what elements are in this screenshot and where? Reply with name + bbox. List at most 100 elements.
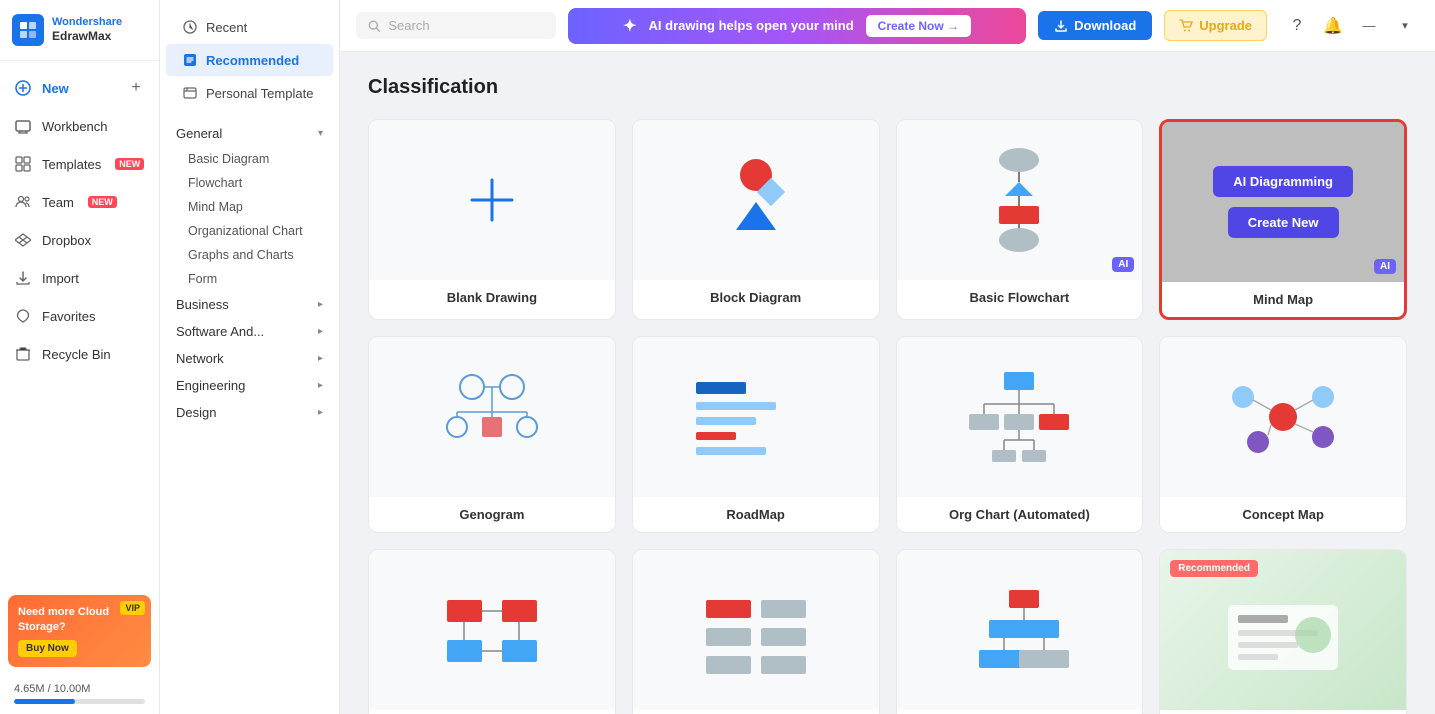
dropdown-icon[interactable]: ▾: [1391, 12, 1419, 40]
recommended-icon: [182, 52, 198, 68]
card-recommended[interactable]: Recommended: [1159, 549, 1407, 714]
card-label-conceptmap: Concept Map: [1160, 497, 1406, 532]
cs-mind-map[interactable]: Mind Map: [160, 195, 339, 219]
ai-banner[interactable]: ✦ AI drawing helps open your mind Create…: [568, 8, 1026, 44]
left-sidebar: Wondershare EdrawMax New + Workbench Tem…: [0, 0, 160, 714]
user-avatar[interactable]: —: [1355, 12, 1383, 40]
upgrade-button[interactable]: Upgrade: [1164, 10, 1267, 41]
card-thumb-network2: [633, 550, 879, 710]
nav-favorites[interactable]: Favorites: [0, 297, 159, 335]
card-orgchart[interactable]: Org Chart (Automated): [896, 336, 1144, 533]
recommended-badge: Recommended: [1170, 560, 1258, 577]
card-label-orgchart: Org Chart (Automated): [897, 497, 1143, 532]
nav-templates[interactable]: Templates NEW: [0, 145, 159, 183]
ai-badge-mindmap: AI: [1374, 259, 1396, 274]
cs-design-section[interactable]: Design ▸: [160, 399, 339, 426]
team-new-badge: NEW: [88, 196, 117, 208]
card-label-flowchart: Basic Flowchart: [897, 280, 1143, 315]
cs-engineering-section[interactable]: Engineering ▸: [160, 372, 339, 399]
storage-widget: Need more Cloud Storage? Buy Now VIP: [8, 595, 151, 667]
card-genogram[interactable]: Genogram: [368, 336, 616, 533]
card-label-mindmap: Mind Map: [1162, 282, 1404, 317]
cs-org-chart[interactable]: Organizational Chart: [160, 219, 339, 243]
card-thumb-flowchart: AI: [897, 120, 1143, 280]
card-thumb-genogram: [369, 337, 615, 497]
templates-new-badge: NEW: [115, 158, 144, 170]
content-area: Classification Blank Drawing: [340, 52, 1435, 714]
import-icon: [14, 269, 32, 287]
ai-badge-flowchart: AI: [1112, 257, 1134, 272]
storage-numbers: 4.65M / 10.00M: [14, 683, 145, 695]
card-label-network1: [369, 710, 615, 714]
topbar: ✦ AI drawing helps open your mind Create…: [340, 0, 1435, 52]
search-input[interactable]: [388, 18, 544, 33]
card-network3[interactable]: [896, 549, 1144, 714]
logo-text: Wondershare EdrawMax: [52, 16, 122, 44]
card-block[interactable]: Block Diagram: [632, 119, 880, 320]
search-box[interactable]: [356, 12, 556, 39]
download-button[interactable]: Download: [1038, 11, 1152, 40]
storage-bar-area: 4.65M / 10.00M: [0, 675, 159, 714]
cart-icon: [1179, 19, 1193, 33]
card-grid: Blank Drawing Block Diagram: [368, 119, 1407, 714]
card-thumb-network3: [897, 550, 1143, 710]
card-label-block: Block Diagram: [633, 280, 879, 315]
card-roadmap[interactable]: RoadMap: [632, 336, 880, 533]
ai-overlay: AI Diagramming Create New: [1162, 122, 1404, 282]
card-thumb-mindmap: AI Diagramming Create New AI: [1162, 122, 1404, 282]
nav-workbench[interactable]: Workbench: [0, 107, 159, 145]
cs-flowchart[interactable]: Flowchart: [160, 171, 339, 195]
business-chevron: ▸: [318, 299, 323, 310]
cs-general-section[interactable]: General ▾: [160, 120, 339, 147]
card-label-blank: Blank Drawing: [369, 280, 615, 315]
card-blank[interactable]: Blank Drawing: [368, 119, 616, 320]
cs-form[interactable]: Form: [160, 267, 339, 291]
search-icon: [368, 19, 380, 33]
new-icon: [14, 79, 32, 97]
storage-fill: [14, 699, 75, 704]
card-mindmap[interactable]: AI Diagramming Create New AI Mind Map: [1159, 119, 1407, 320]
cs-graphs-charts[interactable]: Graphs and Charts: [160, 243, 339, 267]
network-chevron: ▸: [318, 353, 323, 364]
cs-network-section[interactable]: Network ▸: [160, 345, 339, 372]
cs-business-section[interactable]: Business ▸: [160, 291, 339, 318]
cs-software-section[interactable]: Software And... ▸: [160, 318, 339, 345]
card-thumb-conceptmap: [1160, 337, 1406, 497]
card-label-roadmap: RoadMap: [633, 497, 879, 532]
software-chevron: ▸: [318, 326, 323, 337]
buy-now-btn[interactable]: Buy Now: [18, 640, 77, 657]
topbar-icons: ? 🔔 — ▾: [1283, 12, 1419, 40]
recent-icon: [182, 19, 198, 35]
cs-personal-template[interactable]: Personal Template: [166, 77, 333, 109]
cs-basic-diagram[interactable]: Basic Diagram: [160, 147, 339, 171]
card-thumb-roadmap: [633, 337, 879, 497]
cs-recent[interactable]: Recent: [166, 11, 333, 43]
card-thumb-recommended: Recommended: [1160, 550, 1406, 710]
nav-new[interactable]: New +: [0, 69, 159, 107]
team-icon: [14, 193, 32, 211]
ai-icon: ✦: [623, 16, 636, 36]
help-icon[interactable]: ?: [1283, 12, 1311, 40]
create-now-btn[interactable]: Create Now →: [866, 15, 971, 37]
nav-import[interactable]: Import: [0, 259, 159, 297]
main-area: ✦ AI drawing helps open your mind Create…: [340, 0, 1435, 714]
workbench-icon: [14, 117, 32, 135]
templates-icon: [14, 155, 32, 173]
nav-team[interactable]: Team NEW: [0, 183, 159, 221]
bell-icon[interactable]: 🔔: [1319, 12, 1347, 40]
add-icon[interactable]: +: [127, 79, 145, 97]
nav-dropbox[interactable]: Dropbox: [0, 221, 159, 259]
create-new-btn[interactable]: Create New: [1228, 207, 1339, 238]
card-network2[interactable]: [632, 549, 880, 714]
nav-recycle[interactable]: Recycle Bin: [0, 335, 159, 373]
card-thumb-blank: [369, 120, 615, 280]
card-conceptmap[interactable]: Concept Map: [1159, 336, 1407, 533]
download-icon: [1054, 19, 1068, 33]
card-thumb-orgchart: [897, 337, 1143, 497]
cs-recommended[interactable]: Recommended: [166, 44, 333, 76]
card-network1[interactable]: [368, 549, 616, 714]
card-flowchart[interactable]: AI Basic Flowchart: [896, 119, 1144, 320]
ai-diagramming-btn[interactable]: AI Diagramming: [1213, 166, 1353, 197]
design-chevron: ▸: [318, 407, 323, 418]
engineering-chevron: ▸: [318, 380, 323, 391]
